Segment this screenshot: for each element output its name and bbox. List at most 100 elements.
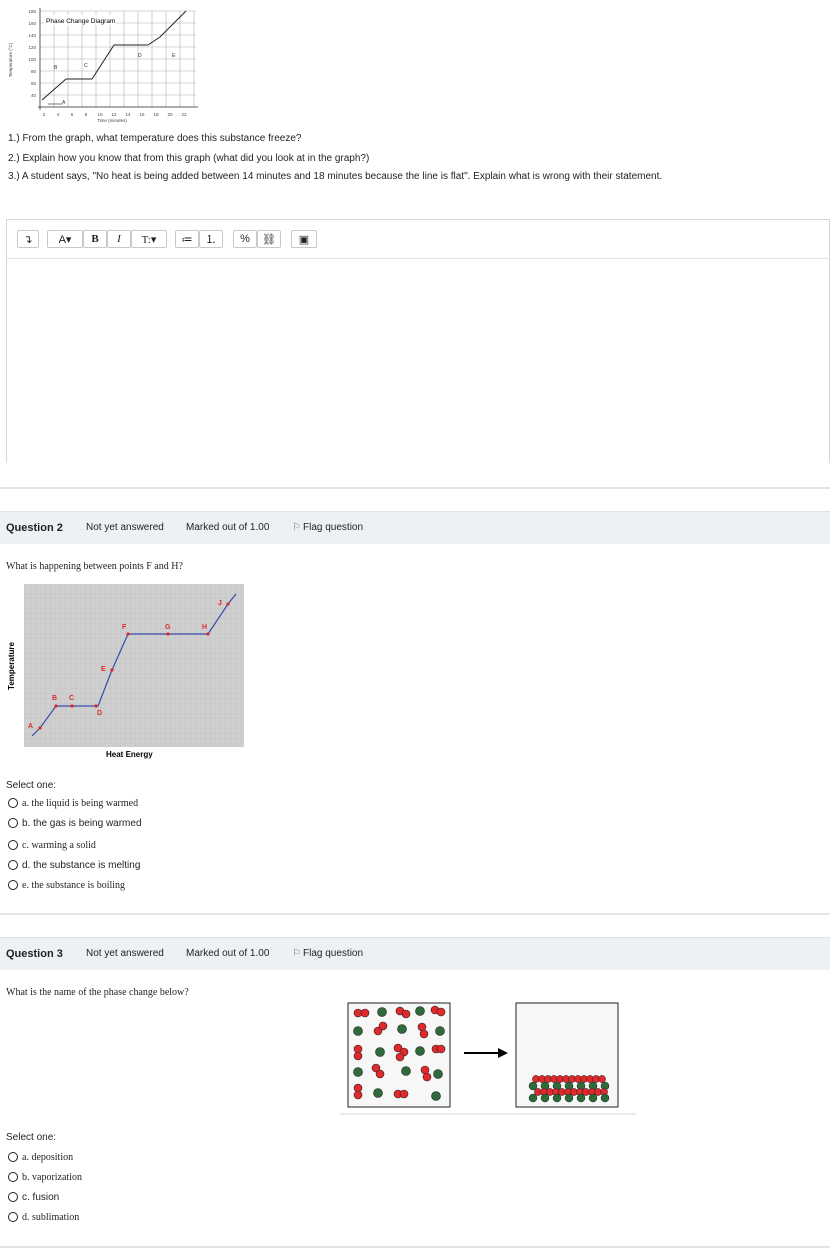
q3-marks: Marked out of 1.00 bbox=[186, 948, 270, 959]
q1-yaxis-label: Temperature (°C) bbox=[8, 42, 13, 77]
q2-option-e[interactable]: e. the substance is boiling bbox=[8, 878, 125, 892]
q1-ytick: 160 bbox=[28, 21, 36, 26]
q3-select-label: Select one: bbox=[6, 1132, 57, 1143]
paragraph-style-button[interactable]: T:▾ bbox=[131, 230, 167, 248]
q1-xtick: 22 bbox=[181, 112, 187, 117]
q2-option-c[interactable]: c. warming a solid bbox=[8, 838, 96, 852]
q1-xtick: 20 bbox=[167, 112, 173, 117]
q2-option-d[interactable]: d. the substance is melting bbox=[8, 858, 140, 872]
q2-point-g: G bbox=[165, 624, 171, 631]
q1-prompt-3: 3.) A student says, "No heat is being ad… bbox=[8, 171, 663, 182]
ordered-list-button[interactable]: ⒈ bbox=[199, 230, 223, 248]
radio-button[interactable] bbox=[8, 798, 18, 808]
q2-point-h: H bbox=[202, 624, 207, 631]
q2-marks: Marked out of 1.00 bbox=[186, 522, 270, 533]
radio-button[interactable] bbox=[8, 1192, 18, 1202]
radio-button[interactable] bbox=[8, 1172, 18, 1182]
q1-point-c: C bbox=[84, 63, 88, 69]
q1-xtick: 16 bbox=[139, 112, 145, 117]
unordered-list-button[interactable]: ≔ bbox=[175, 230, 199, 248]
q2-point-f: F bbox=[122, 624, 127, 631]
q3-option-c-label: c. fusion bbox=[22, 1191, 60, 1203]
collapse-toolbar-button[interactable]: ↴ bbox=[17, 230, 39, 248]
editor-text-area[interactable] bbox=[7, 259, 829, 463]
link-button[interactable]: % bbox=[233, 230, 257, 248]
q3-option-d-label: d. sublimation bbox=[22, 1211, 80, 1223]
radio-button[interactable] bbox=[8, 1152, 18, 1162]
q2-point-d: D bbox=[97, 710, 102, 717]
q2-option-b-label: b. the gas is being warmed bbox=[22, 817, 142, 829]
paragraph-style-icon: T:▾ bbox=[141, 233, 157, 246]
q1-prompt-1: 1.) From the graph, what temperature doe… bbox=[8, 133, 302, 144]
q1-xtick: 12 bbox=[111, 112, 117, 117]
q3-flag-question[interactable]: Flag question bbox=[303, 948, 363, 959]
heating-curve-graph: Temperature A B C D E F G H J Heat Energ… bbox=[7, 584, 244, 759]
image-icon: ▣ bbox=[298, 233, 310, 246]
font-color-button[interactable]: A▾ bbox=[47, 230, 83, 248]
bold-button[interactable]: B bbox=[83, 230, 107, 248]
bold-icon: B bbox=[91, 233, 99, 245]
q2-option-c-label: c. warming a solid bbox=[22, 839, 96, 851]
q1-ytick: 120 bbox=[28, 45, 36, 50]
italic-button[interactable]: I bbox=[107, 230, 131, 248]
q2-option-a[interactable]: a. the liquid is being warmed bbox=[8, 796, 138, 810]
q1-graph-title: Phase Change Diagram bbox=[46, 18, 115, 25]
q1-ytick: 180 bbox=[28, 9, 36, 14]
q2-option-a-label: a. the liquid is being warmed bbox=[22, 797, 139, 809]
q2-status: Not yet answered bbox=[86, 522, 164, 533]
answer-editor: ↴ A▾ B I T:▾ ≔ ⒈ % ⛓ ▣ bbox=[6, 219, 830, 463]
q3-header: Question 3 Not yet answered Marked out o… bbox=[0, 937, 830, 970]
q1-prompt-2: 2.) Explain how you know that from this … bbox=[8, 153, 370, 164]
q2-point-e: E bbox=[101, 666, 106, 673]
q2-flag-question[interactable]: Flag question bbox=[303, 522, 363, 533]
ordered-list-icon: ⒈ bbox=[205, 234, 217, 246]
q1-xtick: 14 bbox=[125, 112, 131, 117]
radio-button[interactable] bbox=[8, 880, 18, 890]
q1-ytick: 100 bbox=[28, 57, 36, 62]
q2-yaxis-label: Temperature bbox=[7, 642, 16, 690]
phase-change-diagram: Phase Change Diagram A B C D E 180 160 1… bbox=[0, 0, 210, 128]
q2-point-a: A bbox=[28, 723, 33, 730]
radio-button[interactable] bbox=[8, 818, 18, 828]
q3-option-a[interactable]: a. deposition bbox=[8, 1150, 73, 1164]
unlink-icon: ⛓ bbox=[262, 233, 276, 246]
collapse-icon: ↴ bbox=[23, 233, 33, 246]
flag-icon[interactable]: ⚐ bbox=[292, 948, 301, 959]
q2-option-d-label: d. the substance is melting bbox=[22, 859, 141, 871]
q2-number: Question 2 bbox=[6, 522, 63, 534]
editor-toolbar: ↴ A▾ B I T:▾ ≔ ⒈ % ⛓ ▣ bbox=[7, 220, 829, 259]
q1-xtick: 18 bbox=[153, 112, 159, 117]
flag-icon[interactable]: ⚐ bbox=[292, 522, 301, 533]
q1-ytick: 60 bbox=[31, 81, 37, 86]
q3-option-b[interactable]: b. vaporization bbox=[8, 1170, 82, 1184]
q3-status: Not yet answered bbox=[86, 948, 164, 959]
q1-ytick: 40 bbox=[31, 93, 37, 98]
phase-change-image bbox=[340, 997, 636, 1117]
q2-point-b: B bbox=[52, 695, 57, 702]
q2-xaxis-label: Heat Energy bbox=[106, 750, 153, 759]
link-icon: % bbox=[240, 233, 250, 245]
q2-header: Question 2 Not yet answered Marked out o… bbox=[0, 511, 830, 544]
q1-xtick: 10 bbox=[97, 112, 103, 117]
q1-ytick: 140 bbox=[28, 33, 36, 38]
q3-option-a-label: a. deposition bbox=[22, 1151, 74, 1163]
q1-ytick: 80 bbox=[31, 69, 37, 74]
radio-button[interactable] bbox=[8, 860, 18, 870]
radio-button[interactable] bbox=[8, 1212, 18, 1222]
q2-point-j: J bbox=[218, 600, 222, 607]
q3-option-c[interactable]: c. fusion bbox=[8, 1190, 59, 1204]
italic-icon: I bbox=[117, 233, 121, 245]
q2-question-text: What is happening between points F and H… bbox=[6, 561, 183, 572]
q1-point-d: D bbox=[138, 53, 142, 59]
q1-xaxis-label: Time (minutes) bbox=[97, 118, 127, 123]
q2-select-label: Select one: bbox=[6, 780, 57, 791]
q3-option-b-label: b. vaporization bbox=[22, 1171, 82, 1183]
q2-option-e-label: e. the substance is boiling bbox=[22, 879, 126, 891]
radio-button[interactable] bbox=[8, 840, 18, 850]
q2-option-b[interactable]: b. the gas is being warmed bbox=[8, 816, 142, 830]
unordered-list-icon: ≔ bbox=[181, 233, 193, 246]
q3-option-d[interactable]: d. sublimation bbox=[8, 1210, 79, 1224]
insert-image-button[interactable]: ▣ bbox=[291, 230, 317, 248]
q3-question-text: What is the name of the phase change bel… bbox=[6, 987, 189, 998]
unlink-button[interactable]: ⛓ bbox=[257, 230, 281, 248]
